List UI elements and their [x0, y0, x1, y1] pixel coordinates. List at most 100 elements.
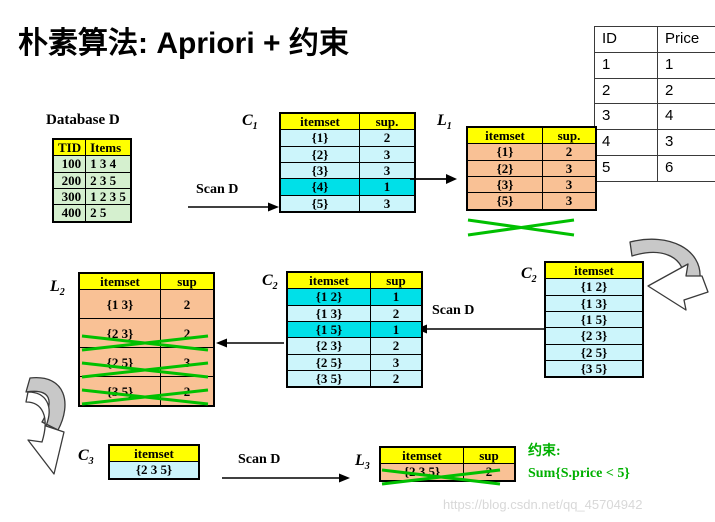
- c2r-cell-itemset: {1 3}: [544, 294, 644, 312]
- c3-table-wrap: itemset {2 3 5}: [108, 444, 200, 480]
- c1-table: itemset sup. {1} 2 {2} 3 {3} 3 {4} 1 {5}…: [279, 112, 416, 213]
- table-row: {3} 3: [466, 175, 597, 194]
- c2m-cell-itemset: {2 5}: [286, 353, 371, 371]
- table-row: {1 3} 2: [78, 289, 215, 320]
- c2m-cell-sup: 2: [370, 337, 423, 355]
- arrow-c1-to-l1: [410, 174, 457, 184]
- price-cell-price: 3: [657, 129, 715, 156]
- c2r-cell-itemset: {3 5}: [544, 359, 644, 378]
- l2-cell-sup: 2: [160, 376, 215, 407]
- l1-cell-itemset: {2}: [466, 159, 543, 177]
- curved-arrow-down-left: [25, 377, 66, 475]
- watermark-text: https://blog.csdn.net/qq_45704942: [443, 497, 643, 512]
- table-row: {1} 2: [466, 143, 597, 161]
- table-row: {3} 3: [279, 161, 416, 180]
- c1-label-letter: C: [242, 112, 253, 129]
- c2-mid-label-letter: C: [262, 272, 273, 289]
- table-row: 4 3: [594, 129, 715, 156]
- table-row-highlighted: {1 5} 1: [286, 320, 423, 339]
- price-cell-id: 4: [594, 129, 658, 156]
- price-cell-id: 2: [594, 77, 658, 105]
- table-header-row: itemset sup: [379, 446, 516, 465]
- c3-cell-itemset: {2 3 5}: [108, 461, 200, 480]
- table-header-row: itemset sup.: [466, 126, 597, 145]
- c3-header-itemset: itemset: [108, 444, 200, 463]
- table-row: {2} 3: [279, 145, 416, 163]
- c2m-cell-itemset: {1 2}: [286, 288, 371, 306]
- constraint-expression: Sum{S.price < 5}: [528, 466, 630, 481]
- c1-cell-sup: 2: [359, 129, 416, 147]
- arrow-c2right-to-c2mid: [416, 324, 544, 334]
- table-row: 2 2: [594, 77, 715, 105]
- c1-cell-sup: 3: [359, 145, 416, 163]
- table-row: 100 1 3 4: [52, 155, 132, 173]
- price-cell-price: 4: [657, 103, 715, 130]
- l3-table-wrap: itemset sup {2 3 5} 2: [379, 446, 516, 482]
- table-header-row: itemset: [108, 444, 200, 463]
- price-cell-id: 5: [594, 154, 658, 182]
- price-cell-id: 3: [594, 103, 658, 130]
- id-price-table-wrap: ID Price 1 1 2 2 3 4 4 3 5 6: [594, 26, 715, 182]
- l1-header-itemset: itemset: [466, 126, 543, 145]
- price-cell-price: 6: [657, 154, 715, 182]
- table-row: {2 3 5}: [108, 461, 200, 480]
- c1-cell-itemset: {5}: [279, 194, 360, 213]
- table-row: {2} 3: [466, 159, 597, 177]
- l1-cell-sup: 2: [542, 143, 597, 161]
- table-row: {2 3} 2: [286, 337, 423, 355]
- l2-cell-sup: 3: [160, 347, 215, 378]
- price-cell-price: 1: [657, 51, 715, 79]
- c1-cell-sup: 1: [359, 178, 416, 196]
- l3-header-sup: sup: [463, 446, 516, 465]
- slide-canvas: 朴素算法: Apriori + 约束 ID Price 1 1 2 2 3 4 …: [0, 0, 715, 522]
- c3-label-sub: 3: [88, 456, 94, 468]
- table-row: 1 1: [594, 51, 715, 79]
- c1-label-sub: 1: [252, 121, 258, 133]
- c1-cell-itemset: {2}: [279, 145, 360, 163]
- price-header-price: Price: [657, 26, 715, 53]
- c2m-header-itemset: itemset: [286, 271, 371, 290]
- l1-cell-itemset: {5}: [466, 192, 543, 211]
- table-row: 400 2 5: [52, 204, 132, 223]
- table-row: {5} 3: [279, 194, 416, 213]
- database-table: TID Items 100 1 3 4 200 2 3 5 300 1 2 3 …: [52, 138, 132, 223]
- table-row: 300 1 2 3 5: [52, 187, 132, 206]
- l1-cell-itemset: {1}: [466, 143, 543, 161]
- table-row: {1 3} 2: [286, 304, 423, 322]
- table-row: 3 4: [594, 103, 715, 130]
- table-row: {1 2}: [544, 278, 644, 296]
- c2-mid-table-wrap: itemset sup {1 2} 1 {1 3} 2 {1 5} 1 {2 3…: [286, 271, 423, 389]
- table-row: {1 3}: [544, 294, 644, 312]
- c1-cell-sup: 3: [359, 194, 416, 213]
- c2m-cell-sup: 2: [370, 304, 423, 322]
- l1-table: itemset sup. {1} 2 {2} 3 {3} 3 {5} 3: [466, 126, 597, 211]
- c2m-cell-itemset: {2 3}: [286, 337, 371, 355]
- database-table-wrap: TID Items 100 1 3 4 200 2 3 5 300 1 2 3 …: [52, 138, 132, 223]
- db-cell-items: 1 2 3 5: [85, 187, 132, 206]
- table-row: {3 5}: [544, 359, 644, 378]
- l1-label-letter: L: [437, 112, 447, 129]
- c1-header-itemset: itemset: [279, 112, 360, 131]
- l3-header-itemset: itemset: [379, 446, 464, 465]
- table-row: {1 5}: [544, 310, 644, 329]
- l1-cell-sup: 3: [542, 192, 597, 211]
- id-price-table: ID Price 1 1 2 2 3 4 4 3 5 6: [594, 26, 715, 182]
- price-cell-id: 1: [594, 51, 658, 79]
- l2-label: L2: [50, 278, 65, 298]
- c1-header-sup: sup.: [359, 112, 416, 131]
- c1-cell-itemset: {3}: [279, 161, 360, 180]
- c2m-cell-sup: 2: [370, 369, 423, 388]
- page-title: 朴素算法: Apriori + 约束: [18, 27, 349, 60]
- db-cell-items: 2 3 5: [85, 171, 132, 189]
- strike-cross-l1-row5: [467, 218, 575, 237]
- db-header-tid: TID: [52, 138, 87, 157]
- table-row: {1} 2: [279, 129, 416, 147]
- table-row: 200 2 3 5: [52, 171, 132, 189]
- c1-table-wrap: itemset sup. {1} 2 {2} 3 {3} 3 {4} 1 {5}…: [279, 112, 416, 213]
- c1-cell-itemset: {1}: [279, 129, 360, 147]
- l1-label-sub: 1: [446, 121, 452, 133]
- c2r-cell-itemset: {1 5}: [544, 310, 644, 329]
- l1-cell-sup: 3: [542, 175, 597, 194]
- table-row-highlighted: {4} 1: [279, 178, 416, 196]
- table-header-row: TID Items: [52, 138, 132, 157]
